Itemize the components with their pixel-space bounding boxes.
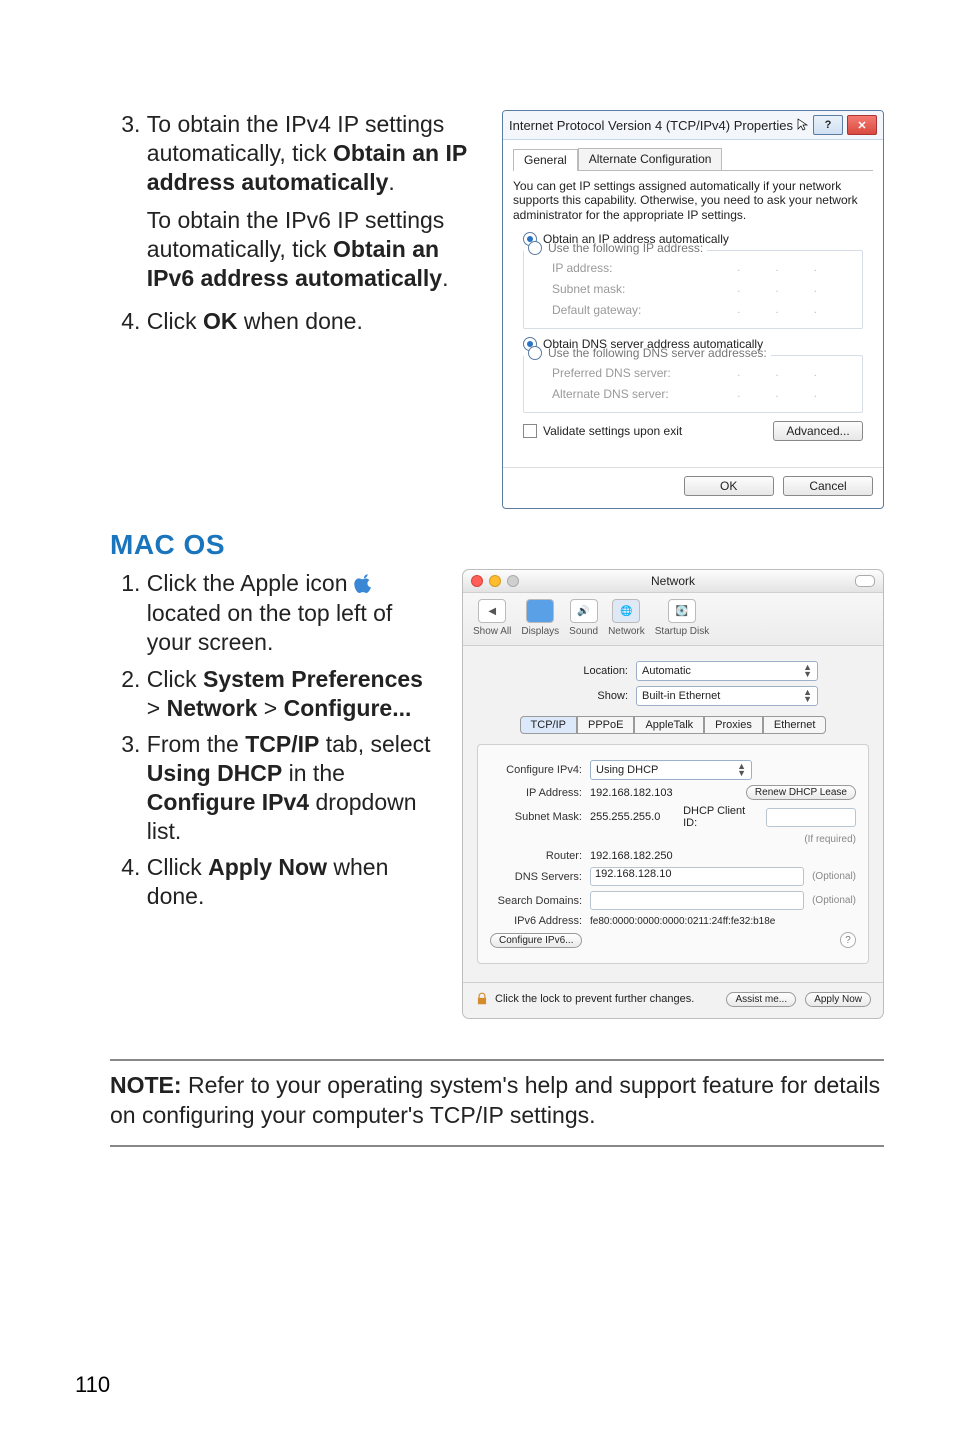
- help-button[interactable]: ?: [813, 115, 843, 135]
- sound-icon: 🔊: [570, 599, 598, 623]
- radio-dns-manual[interactable]: Use the following DNS server addresses:: [524, 346, 771, 360]
- step3-suffix: .: [388, 169, 394, 195]
- tab-ethernet[interactable]: Ethernet: [763, 716, 827, 734]
- gateway-row: Default gateway: ...: [552, 301, 852, 319]
- mac-titlebar: Network: [463, 570, 883, 593]
- lock-icon: [475, 992, 489, 1006]
- page-number: 110: [75, 1372, 110, 1398]
- windows-ipv4-dialog: Internet Protocol Version 4 (TCP/IPv4) P…: [502, 110, 884, 509]
- alt-dns-row: Alternate DNS server: ...: [552, 385, 852, 403]
- tb-sound[interactable]: 🔊 Sound: [569, 599, 598, 637]
- assist-button[interactable]: Assist me...: [726, 992, 796, 1007]
- dhcp-client-id-input[interactable]: [766, 808, 856, 827]
- startup-icon: 💽: [668, 599, 696, 623]
- lock-row[interactable]: Click the lock to prevent further change…: [475, 992, 694, 1006]
- apply-now-button[interactable]: Apply Now: [805, 992, 871, 1007]
- cancel-button[interactable]: Cancel: [783, 476, 873, 496]
- tab-proxies[interactable]: Proxies: [704, 716, 763, 734]
- location-select[interactable]: Automatic ▲▼: [636, 661, 818, 681]
- win-tabs: General Alternate Configuration: [513, 148, 873, 171]
- tb-showall[interactable]: ◀ Show All: [473, 599, 511, 637]
- ip-value: 192.168.182.103: [590, 787, 738, 799]
- step3b: To obtain the IPv6 IP settings automatic…: [147, 206, 482, 292]
- tab-appletalk[interactable]: AppleTalk: [634, 716, 704, 734]
- mac-step-2: Click System Preferences > Network > Con…: [147, 665, 442, 723]
- subnet-value: 255.255.255.0: [590, 811, 675, 823]
- show-row: Show: Built-in Ethernet ▲▼: [477, 686, 869, 706]
- back-icon: ◀: [478, 599, 506, 623]
- show-select[interactable]: Built-in Ethernet ▲▼: [636, 686, 818, 706]
- tcpip-group: Configure IPv4: Using DHCP ▲▼ IP Address…: [477, 744, 869, 964]
- subnet-row: Subnet mask: ...: [552, 280, 852, 298]
- ok-button[interactable]: OK: [684, 476, 774, 496]
- radio-ip-manual[interactable]: Use the following IP address:: [524, 241, 707, 255]
- updown-icon: ▲▼: [737, 763, 746, 777]
- ip-address-row: IP address: ...: [552, 259, 852, 277]
- mac-step-1: Click the Apple icon located on the top …: [147, 569, 442, 657]
- configure-ipv4-select[interactable]: Using DHCP ▲▼: [590, 760, 752, 780]
- divider: [110, 1059, 884, 1061]
- win-title: Internet Protocol Version 4 (TCP/IPv4) P…: [509, 118, 793, 133]
- tab-general[interactable]: General: [513, 149, 578, 171]
- mac-step-3: From the TCP/IP tab, select Using DHCP i…: [147, 730, 442, 845]
- cursor-icon: [797, 118, 809, 132]
- tb-startup[interactable]: 💽 Startup Disk: [655, 599, 709, 637]
- mac-step-4: Cllick Apply Now when done.: [147, 853, 442, 911]
- step-4: Click OK when done.: [147, 307, 482, 336]
- win-titlebar: Internet Protocol Version 4 (TCP/IPv4) P…: [503, 111, 883, 140]
- tb-displays[interactable]: Displays: [521, 599, 559, 637]
- renew-lease-button[interactable]: Renew DHCP Lease: [746, 785, 856, 800]
- help-icon[interactable]: ?: [840, 932, 856, 948]
- configure-ipv6-button[interactable]: Configure IPv6...: [490, 933, 582, 948]
- note-text: NOTE: Refer to your operating system's h…: [110, 1071, 884, 1131]
- close-button[interactable]: ✕: [847, 115, 877, 135]
- mac-tabs: TCP/IP PPPoE AppleTalk Proxies Ethernet: [477, 716, 869, 734]
- ipv6-value: fe80:0000:0000:0000:0211:24ff:fe32:b18e: [590, 916, 775, 927]
- windows-steps: To obtain the IPv4 IP settings automatic…: [110, 110, 482, 335]
- router-value: 192.168.182.250: [590, 850, 673, 862]
- radio-icon: [528, 241, 542, 255]
- win-desc: You can get IP settings assigned automat…: [513, 179, 873, 222]
- updown-icon: ▲▼: [803, 689, 812, 703]
- step-3: To obtain the IPv4 IP settings automatic…: [147, 110, 482, 293]
- checkbox-icon: [523, 424, 537, 438]
- mac-toolbar: ◀ Show All Displays 🔊 Sound 🌐 Network: [463, 593, 883, 646]
- dns-input[interactable]: 192.168.128.10: [590, 867, 804, 886]
- mac-network-dialog: Network ◀ Show All Displays 🔊 Sound: [462, 569, 884, 1019]
- tab-pppoe[interactable]: PPPoE: [577, 716, 634, 734]
- advanced-button[interactable]: Advanced...: [773, 421, 863, 441]
- macos-heading: MAC OS: [110, 529, 884, 561]
- tab-tcpip[interactable]: TCP/IP: [520, 716, 577, 734]
- display-icon: [526, 599, 554, 623]
- mac-footer: Click the lock to prevent further change…: [463, 982, 883, 1018]
- tb-network[interactable]: 🌐 Network: [608, 599, 645, 637]
- location-row: Location: Automatic ▲▼: [477, 661, 869, 681]
- search-domains-input[interactable]: [590, 891, 804, 910]
- divider: [110, 1145, 884, 1147]
- apple-icon: [354, 572, 374, 598]
- pref-dns-row: Preferred DNS server: ...: [552, 364, 852, 382]
- toolbar-toggle-icon[interactable]: [855, 575, 875, 587]
- tab-altconfig[interactable]: Alternate Configuration: [578, 148, 723, 170]
- validate-row[interactable]: Validate settings upon exit Advanced...: [523, 421, 863, 441]
- radio-icon: [528, 346, 542, 360]
- network-icon: 🌐: [612, 599, 640, 623]
- mac-steps: Click the Apple icon located on the top …: [110, 569, 442, 911]
- mac-window-title: Network: [463, 574, 883, 588]
- updown-icon: ▲▼: [803, 664, 812, 678]
